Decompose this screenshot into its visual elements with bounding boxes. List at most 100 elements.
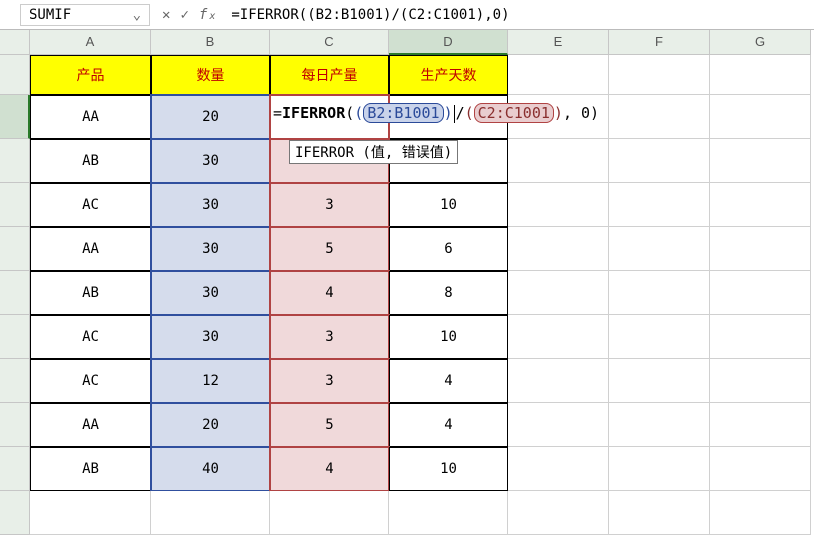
col-head-c[interactable]: C — [270, 30, 389, 55]
header-product[interactable]: 产品 — [30, 55, 151, 95]
cell[interactable] — [508, 403, 609, 447]
cell[interactable] — [710, 447, 811, 491]
cell[interactable]: 4 — [270, 447, 389, 491]
cell[interactable] — [609, 55, 710, 95]
cell[interactable]: 4 — [270, 271, 389, 315]
row-head[interactable] — [0, 359, 30, 403]
cell[interactable]: 10 — [389, 183, 508, 227]
cell[interactable] — [609, 403, 710, 447]
row-head[interactable] — [0, 183, 30, 227]
cell[interactable] — [710, 139, 811, 183]
cell[interactable]: AA — [30, 227, 151, 271]
cell[interactable]: 3 — [270, 315, 389, 359]
cell[interactable] — [609, 139, 710, 183]
col-head-f[interactable]: F — [609, 30, 710, 55]
cell[interactable] — [710, 359, 811, 403]
cell[interactable]: AC — [30, 315, 151, 359]
col-head-a[interactable]: A — [30, 30, 151, 55]
cell[interactable]: 8 — [389, 271, 508, 315]
cell[interactable] — [508, 447, 609, 491]
cell[interactable]: AA — [30, 403, 151, 447]
cell[interactable]: 4 — [389, 359, 508, 403]
fx-icon[interactable]: fx — [197, 7, 219, 23]
cell[interactable] — [609, 359, 710, 403]
cell[interactable] — [609, 227, 710, 271]
cell[interactable]: 4 — [389, 403, 508, 447]
col-head-g[interactable]: G — [710, 30, 811, 55]
cell[interactable]: 20 — [151, 403, 270, 447]
cell[interactable]: 30 — [151, 271, 270, 315]
cell[interactable] — [710, 271, 811, 315]
row-head[interactable] — [0, 271, 30, 315]
cell[interactable]: AC — [30, 183, 151, 227]
cell[interactable]: 3 — [270, 183, 389, 227]
cell[interactable] — [270, 491, 389, 535]
cell[interactable] — [710, 491, 811, 535]
cell[interactable] — [151, 491, 270, 535]
header-daily-output[interactable]: 每日产量 — [270, 55, 389, 95]
cell[interactable]: 30 — [151, 227, 270, 271]
cell[interactable] — [609, 183, 710, 227]
cell[interactable]: AB — [30, 447, 151, 491]
cell[interactable]: 30 — [151, 315, 270, 359]
row-head[interactable] — [0, 447, 30, 491]
cell[interactable]: 5 — [270, 403, 389, 447]
row-head[interactable] — [0, 227, 30, 271]
row-head[interactable] — [0, 315, 30, 359]
cell[interactable] — [710, 95, 811, 139]
cell[interactable]: 10 — [389, 447, 508, 491]
row-head[interactable] — [0, 139, 30, 183]
spreadsheet-grid[interactable]: A B C D E F G 产品 数量 每日产量 生产天数 AA 20 =IFE… — [0, 30, 814, 535]
cell[interactable]: 5 — [270, 227, 389, 271]
editing-cell[interactable]: =IFERROR((B2:B1001)/(C2:C1001), 0) IFERR… — [270, 95, 389, 139]
formula-tooltip: IFERROR (值, 错误值) — [289, 140, 458, 164]
cell[interactable]: 30 — [151, 139, 270, 183]
col-head-b[interactable]: B — [151, 30, 270, 55]
cell[interactable] — [710, 183, 811, 227]
cell[interactable] — [508, 183, 609, 227]
cell[interactable]: AB — [30, 139, 151, 183]
cell[interactable] — [710, 55, 811, 95]
select-all-corner[interactable] — [0, 30, 30, 55]
cell[interactable] — [609, 447, 710, 491]
chevron-down-icon[interactable]: ⌄ — [133, 7, 141, 23]
cell[interactable]: 20 — [151, 95, 270, 139]
cell[interactable] — [389, 491, 508, 535]
col-head-d[interactable]: D — [389, 30, 508, 55]
cell[interactable] — [508, 315, 609, 359]
cell[interactable]: 40 — [151, 447, 270, 491]
accept-icon[interactable]: ✓ — [178, 7, 190, 23]
cell[interactable]: AC — [30, 359, 151, 403]
header-days[interactable]: 生产天数 — [389, 55, 508, 95]
cell[interactable] — [710, 227, 811, 271]
cell[interactable]: AB — [30, 271, 151, 315]
cell[interactable] — [609, 491, 710, 535]
name-box[interactable]: SUMIF ⌄ — [20, 4, 150, 26]
cancel-icon[interactable]: ✕ — [160, 7, 172, 23]
cell[interactable] — [609, 315, 710, 359]
cell[interactable] — [508, 55, 609, 95]
formula-input[interactable] — [225, 5, 814, 25]
cell[interactable] — [710, 315, 811, 359]
cell[interactable] — [30, 491, 151, 535]
cell[interactable] — [508, 227, 609, 271]
cell[interactable] — [609, 271, 710, 315]
header-quantity[interactable]: 数量 — [151, 55, 270, 95]
cell[interactable] — [508, 491, 609, 535]
cell[interactable]: 30 — [151, 183, 270, 227]
cell[interactable] — [508, 139, 609, 183]
cell[interactable]: 3 — [270, 359, 389, 403]
row-head[interactable] — [0, 403, 30, 447]
cell[interactable]: 12 — [151, 359, 270, 403]
cell[interactable]: 10 — [389, 315, 508, 359]
cell[interactable] — [710, 403, 811, 447]
cell[interactable] — [508, 271, 609, 315]
row-head[interactable] — [0, 491, 30, 535]
row-head[interactable] — [0, 55, 30, 95]
cell[interactable]: 6 — [389, 227, 508, 271]
cell[interactable] — [609, 95, 710, 139]
row-head[interactable] — [0, 95, 30, 139]
cell[interactable]: AA — [30, 95, 151, 139]
col-head-e[interactable]: E — [508, 30, 609, 55]
cell[interactable] — [508, 359, 609, 403]
